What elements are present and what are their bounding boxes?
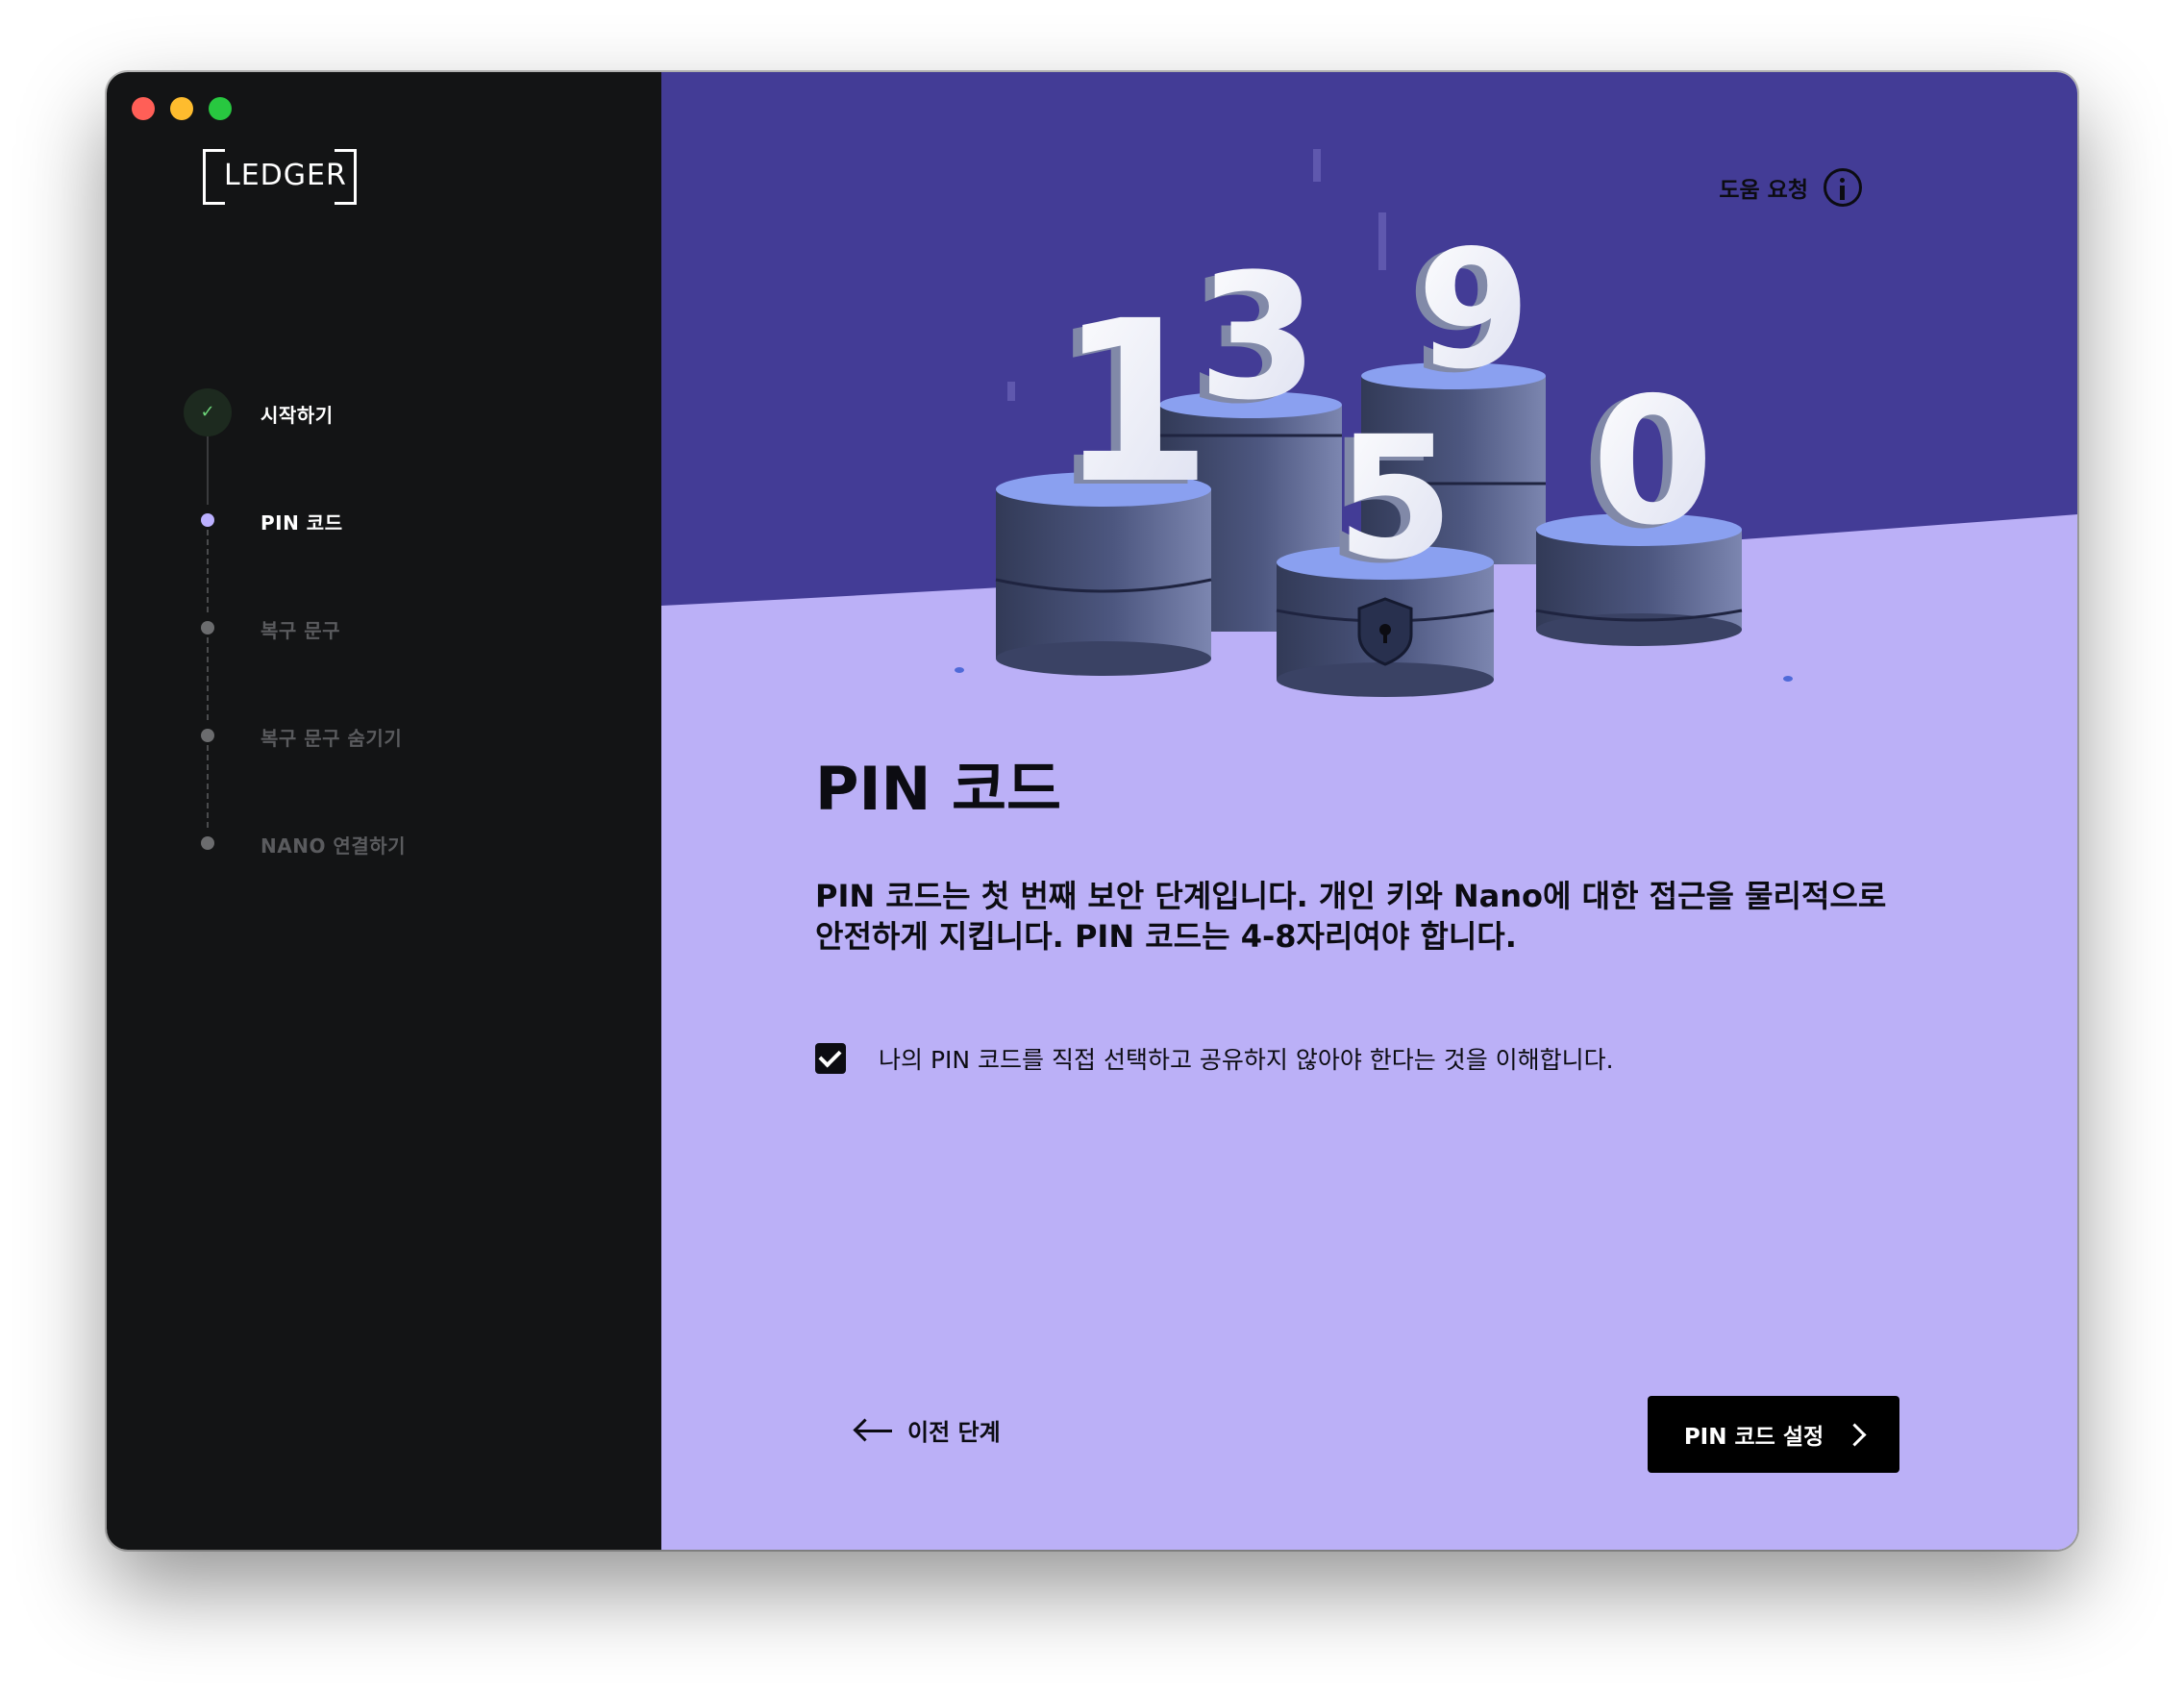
svg-text:9: 9 [1417, 215, 1530, 406]
step-label: 복구 문구 숨기기 [261, 727, 403, 750]
info-icon[interactable] [1824, 168, 1862, 207]
step-label: NANO 연결하기 [261, 834, 407, 858]
window-zoom-button[interactable] [209, 97, 232, 120]
step-pin-code: PIN 코드 [107, 496, 661, 544]
step-dot [201, 836, 214, 850]
svg-text:5: 5 [1336, 400, 1453, 597]
step-label: 시작하기 [261, 404, 334, 427]
logo-text: LEDGER [224, 159, 347, 192]
arrow-left-icon [854, 1419, 892, 1442]
logo-bracket-left [203, 149, 234, 205]
step-label: PIN 코드 [261, 511, 343, 535]
step-get-started: ✓ 시작하기 [107, 388, 661, 436]
step-dot [201, 621, 214, 634]
help-link[interactable]: 도움 요청 [1719, 168, 1862, 207]
step-recovery-phrase: 복구 문구 [107, 604, 661, 652]
shield-lock-icon [1357, 597, 1413, 666]
step-label: 복구 문구 [261, 619, 341, 642]
step-connect-nano: NANO 연결하기 [107, 819, 661, 867]
page-title: PIN 코드 [815, 754, 1062, 824]
help-label: 도움 요청 [1719, 178, 1808, 203]
main-panel: 1 1 3 3 9 9 5 5 0 0 도움 요청 PIN 코드 PIN 코드는… [661, 72, 2077, 1550]
set-pin-button[interactable]: PIN 코드 설정 [1648, 1396, 1899, 1473]
sidebar: LEDGER ✓ 시작하기 PIN 코드 복구 문구 복구 문구 숨기기 NAN… [107, 72, 661, 1550]
digit-9: 9 9 [1407, 215, 1530, 410]
agreement-row[interactable]: 나의 PIN 코드를 직접 선택하고 공유하지 않아야 한다는 것을 이해합니다… [815, 1041, 1614, 1076]
chevron-right-icon [1843, 1422, 1867, 1447]
checkmark-icon: ✓ [184, 388, 232, 436]
step-dot [201, 729, 214, 742]
agreement-label[interactable]: 나의 PIN 코드를 직접 선택하고 공유하지 않아야 한다는 것을 이해합니다… [879, 1041, 1614, 1076]
svg-text:3: 3 [1198, 237, 1318, 438]
decor-dot [1783, 676, 1793, 682]
decor-dots [1007, 382, 1015, 401]
ledger-logo: LEDGER [203, 149, 357, 205]
pin-code-illustration: 1 1 3 3 9 9 5 5 0 0 [661, 72, 2077, 697]
agreement-checkbox[interactable] [815, 1043, 846, 1074]
digit-5: 5 5 [1327, 400, 1453, 601]
window-close-button[interactable] [132, 97, 155, 120]
page-description: PIN 코드는 첫 번째 보안 단계입니다. 개인 키와 Nano에 대한 접근… [815, 878, 1887, 955]
active-step-dot [201, 513, 214, 527]
decor-dot [955, 667, 964, 673]
digit-0: 0 0 [1582, 360, 1714, 567]
window-minimize-button[interactable] [170, 97, 193, 120]
back-button[interactable]: 이전 단계 [854, 1413, 1001, 1447]
digit-3: 3 3 [1188, 237, 1318, 442]
app-window: LEDGER ✓ 시작하기 PIN 코드 복구 문구 복구 문구 숨기기 NAN… [107, 72, 2077, 1550]
back-button-label: 이전 단계 [907, 1419, 1001, 1446]
svg-text:0: 0 [1592, 360, 1714, 563]
step-hide-recovery-phrase: 복구 문구 숨기기 [107, 711, 661, 759]
decor-dots [1378, 212, 1386, 270]
decor-dots [1313, 149, 1321, 182]
set-pin-button-label: PIN 코드 설정 [1683, 1425, 1824, 1450]
